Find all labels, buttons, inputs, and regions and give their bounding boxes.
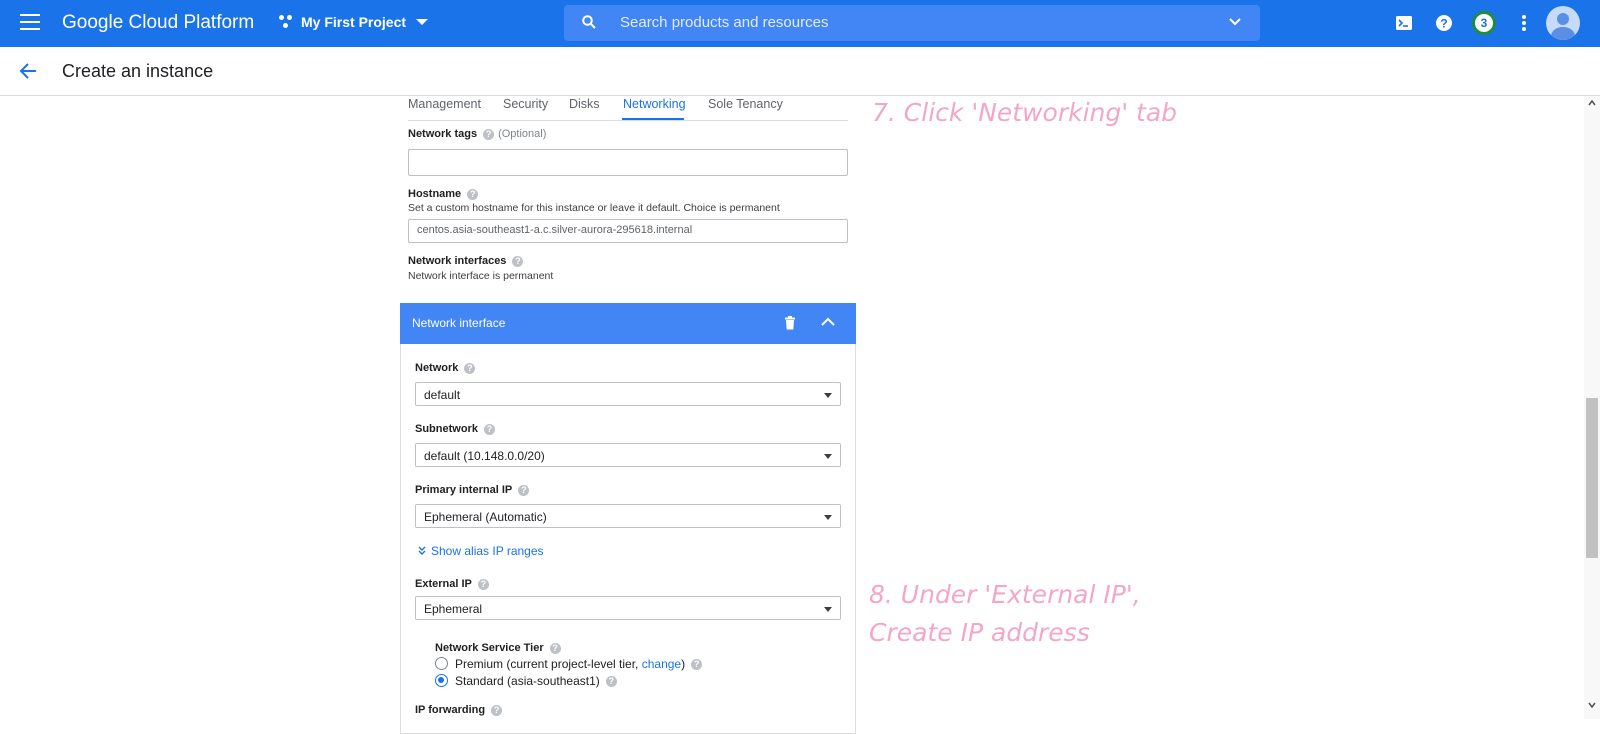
hostname-input[interactable]: centos.asia-southeast1-a.c.silver-aurora… <box>408 219 848 243</box>
search-icon <box>582 15 596 29</box>
scrollbar-thumb[interactable] <box>1586 398 1598 558</box>
subnetwork-label: Subnetwork? <box>415 423 495 435</box>
help-icon[interactable]: ? <box>477 578 489 590</box>
standard-tier-radio[interactable] <box>435 674 448 687</box>
help-icon[interactable]: ? <box>691 659 703 671</box>
optional-tag: (Optional) <box>498 128 547 140</box>
page-header: Create an instance <box>0 47 1600 96</box>
active-tab-indicator <box>622 118 684 120</box>
help-icon[interactable]: ? <box>549 642 561 654</box>
network-interfaces-description: Network interface is permanent <box>408 270 554 282</box>
chevron-down-icon <box>416 19 429 25</box>
primary-internal-ip-label: Primary internal IP? <box>415 484 530 496</box>
help-icon[interactable]: ? <box>605 676 617 688</box>
hostname-label: Hostname? <box>408 188 479 200</box>
tab-networking[interactable]: Networking <box>623 97 686 111</box>
hostname-description: Set a custom hostname for this instance … <box>408 202 780 214</box>
primary-internal-ip-select[interactable]: Ephemeral (Automatic) <box>415 504 841 528</box>
product-name[interactable]: Google Cloud Platform <box>62 12 254 34</box>
cloud-shell-icon[interactable] <box>1394 13 1414 33</box>
tab-security[interactable]: Security <box>503 97 548 111</box>
help-icon[interactable]: ? <box>512 255 524 267</box>
ip-forwarding-label: IP forwarding? <box>415 704 503 716</box>
help-icon[interactable]: ? <box>518 484 530 496</box>
network-tags-input[interactable] <box>408 149 848 176</box>
help-icon[interactable]: ? <box>483 423 495 435</box>
more-vert-icon[interactable] <box>1514 13 1534 33</box>
standard-tier-label: Standard (asia-southeast1)? <box>455 674 617 688</box>
external-ip-label: External IP? <box>415 578 489 590</box>
annotation-step-7: 7. Click 'Networking' tab <box>872 98 1178 127</box>
dropdown-arrow-icon <box>824 607 832 612</box>
double-chevron-down-icon <box>418 546 426 555</box>
external-ip-select[interactable]: Ephemeral <box>415 596 841 620</box>
network-tags-label: Network tags? (Optional) <box>408 128 547 140</box>
project-hierarchy-icon <box>279 14 295 30</box>
svg-text:?: ? <box>1440 17 1447 31</box>
tab-disks[interactable]: Disks <box>569 97 600 111</box>
dropdown-arrow-icon <box>824 393 832 398</box>
notifications-badge[interactable]: 3 <box>1472 11 1496 35</box>
help-icon[interactable]: ? <box>483 128 495 140</box>
show-alias-ip-ranges-link[interactable]: Show alias IP ranges <box>417 544 544 558</box>
network-interface-title: Network interface <box>412 316 506 330</box>
tab-sole-tenancy[interactable]: Sole Tenancy <box>708 97 783 111</box>
search-bar[interactable]: Search products and resources <box>564 5 1260 41</box>
tab-management[interactable]: Management <box>408 97 481 111</box>
project-name: My First Project <box>301 14 407 30</box>
help-icon[interactable]: ? <box>464 362 476 374</box>
premium-tier-radio[interactable] <box>435 657 448 670</box>
dropdown-arrow-icon <box>824 515 832 520</box>
help-icon[interactable]: ? <box>1434 13 1454 33</box>
page-scrollbar[interactable] <box>1584 96 1600 719</box>
dropdown-arrow-icon <box>824 454 832 459</box>
help-icon[interactable]: ? <box>467 188 479 200</box>
premium-tier-label: Premium (current project-level tier, cha… <box>455 657 703 671</box>
back-arrow-icon[interactable] <box>18 62 38 80</box>
search-input[interactable]: Search products and resources <box>620 14 828 31</box>
change-tier-link[interactable]: change <box>642 657 681 671</box>
network-service-tier-label: Network Service Tier? <box>435 642 561 654</box>
account-avatar[interactable] <box>1546 6 1580 40</box>
network-select[interactable]: default <box>415 382 841 406</box>
help-icon[interactable]: ? <box>491 704 503 716</box>
delete-icon[interactable] <box>784 316 796 330</box>
page-title: Create an instance <box>62 61 214 81</box>
project-selector[interactable]: My First Project <box>279 14 429 30</box>
top-bar: Google Cloud Platform My First Project S… <box>0 0 1600 47</box>
scroll-down-icon[interactable] <box>1588 702 1596 708</box>
chevron-up-icon[interactable] <box>821 317 835 327</box>
subnetwork-select[interactable]: default (10.148.0.0/20) <box>415 443 841 467</box>
chevron-down-icon[interactable] <box>1228 15 1242 29</box>
network-interfaces-label: Network interfaces? <box>408 255 524 267</box>
scroll-up-icon[interactable] <box>1588 100 1596 106</box>
hamburger-menu-icon[interactable] <box>20 14 40 32</box>
network-interface-header[interactable]: Network interface <box>400 303 856 344</box>
annotation-step-8-line1: 8. Under 'External IP', <box>869 580 1141 609</box>
network-label: Network? <box>415 362 476 374</box>
annotation-step-8-line2: Create IP address <box>869 618 1090 647</box>
